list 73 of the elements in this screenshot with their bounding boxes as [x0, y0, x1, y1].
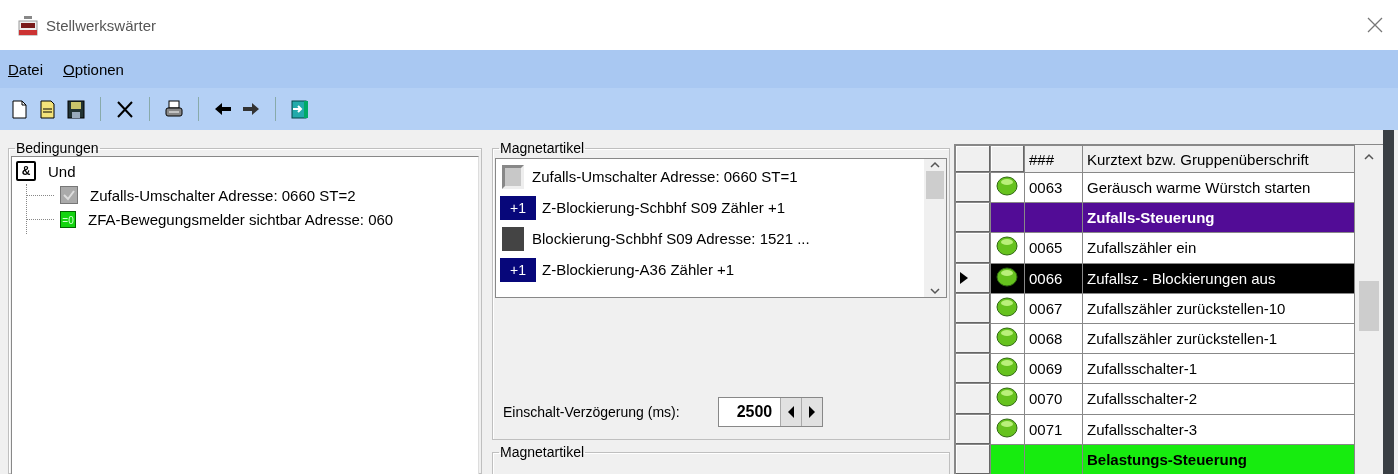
- menu-item[interactable]: Optionen: [61, 58, 126, 80]
- table-row[interactable]: 0068 Zufallszähler zurückstellen-1: [955, 323, 1355, 354]
- list-item[interactable]: Blockierung-Schbhf S09 Adresse: 1521 ...: [532, 230, 810, 247]
- led-icon: [996, 236, 1018, 257]
- table-cell: 0063: [1024, 172, 1083, 203]
- app-logo-icon: [18, 14, 38, 36]
- switch-icon: [502, 164, 524, 189]
- table-row[interactable]: 0069 Zufallsschalter-1: [955, 353, 1355, 384]
- list-item[interactable]: Z-Blockierung-Schbhf S09 Zähler +1: [542, 199, 786, 216]
- delay-spinner[interactable]: 2500: [717, 397, 824, 428]
- table-row[interactable]: 0063 Geräusch warme Würstch starten: [955, 172, 1355, 203]
- group-title: Belastungs-Steuerung: [1082, 444, 1355, 474]
- table-cell: 0070: [1024, 383, 1083, 414]
- table-row[interactable]: 0065 Zufallszähler ein: [955, 232, 1355, 264]
- document-icon[interactable]: [38, 98, 58, 120]
- delay-label: Einschalt-Verzögerung (ms):: [503, 404, 680, 421]
- scroll-thumb[interactable]: [926, 171, 944, 199]
- table-cell: 0068: [1024, 323, 1083, 354]
- counter-badge: +1: [500, 195, 536, 220]
- and-badge: &: [16, 161, 36, 181]
- scroll-thumb[interactable]: [1359, 281, 1379, 331]
- table-cell: 0067: [1024, 293, 1083, 324]
- column-header[interactable]: ###: [1024, 145, 1083, 173]
- table-cell: Zufallszähler zurückstellen-10: [1082, 293, 1355, 324]
- counter-badge: +1: [500, 257, 536, 282]
- table-cell: 0071: [1024, 414, 1083, 445]
- table-cell: Zufallsschalter-2: [1082, 383, 1355, 414]
- table-row[interactable]: 0067 Zufallszähler zurückstellen-10: [955, 293, 1355, 324]
- table-cell: Zufallsschalter-1: [1082, 353, 1355, 384]
- right-triangle-icon[interactable]: [808, 405, 817, 420]
- group-label: Bedingungen: [15, 140, 100, 156]
- group-header-row[interactable]: Zufalls-Steuerung: [955, 202, 1355, 233]
- table-row[interactable]: 0066 Zufallsz - Blockierungen aus: [955, 263, 1355, 294]
- led-icon: [996, 266, 1018, 287]
- table-row[interactable]: 0071 Zufallsschalter-3: [955, 414, 1355, 445]
- table-cell: 0066: [1024, 263, 1083, 294]
- table-cell: Zufallsschalter-3: [1082, 414, 1355, 445]
- close-icon[interactable]: [1366, 16, 1384, 34]
- table-cell: Geräusch warme Würstch starten: [1082, 172, 1355, 203]
- led-icon: [996, 327, 1018, 348]
- new-document-icon[interactable]: [10, 98, 30, 120]
- group-title: Zufalls-Steuerung: [1082, 202, 1355, 233]
- led-icon: [996, 387, 1018, 408]
- row-pointer-icon: [960, 271, 968, 284]
- printer-icon[interactable]: [164, 98, 184, 120]
- sensor-badge: =0: [60, 210, 76, 228]
- group-label: Magnetartikel: [499, 140, 586, 156]
- list-item[interactable]: Z-Blockierung-A36 Zähler +1: [542, 261, 735, 278]
- table-cell: Zufallszähler ein: [1082, 232, 1355, 264]
- column-header[interactable]: Kurztext bzw. Gruppenüberschrift: [1082, 145, 1355, 173]
- down-caret-icon: [929, 285, 941, 297]
- exit-door-icon[interactable]: [290, 98, 310, 120]
- led-icon: [996, 417, 1018, 438]
- tree-item[interactable]: Zufalls-Umschalter Adresse: 0660 ST=2: [88, 186, 358, 204]
- tree-item[interactable]: ZFA-Bewegungsmelder sichtbar Adresse: 060: [86, 210, 396, 228]
- led-icon: [996, 357, 1018, 378]
- scrollbar[interactable]: [924, 159, 946, 297]
- group-header-row[interactable]: Belastungs-Steuerung: [955, 444, 1355, 474]
- table-cell: Zufallszähler zurückstellen-1: [1082, 323, 1355, 354]
- led-icon: [996, 176, 1018, 197]
- table-cell: Zufallsz - Blockierungen aus: [1082, 263, 1355, 294]
- checkbox-icon: [60, 186, 78, 204]
- table-cell: 0069: [1024, 353, 1083, 384]
- left-triangle-icon[interactable]: [787, 405, 796, 420]
- led-icon: [996, 296, 1018, 317]
- tree-item[interactable]: Und: [46, 162, 78, 180]
- table-cell: 0065: [1024, 232, 1083, 264]
- window-title: Stellwerkswärter: [46, 16, 158, 34]
- menu-item[interactable]: Datei: [6, 58, 46, 80]
- list-item[interactable]: Zufalls-Umschalter Adresse: 0660 ST=1: [532, 168, 798, 185]
- block-icon: [502, 226, 524, 251]
- group-label: Magnetartikel: [499, 444, 586, 461]
- table-row[interactable]: 0070 Zufallsschalter-2: [955, 383, 1355, 414]
